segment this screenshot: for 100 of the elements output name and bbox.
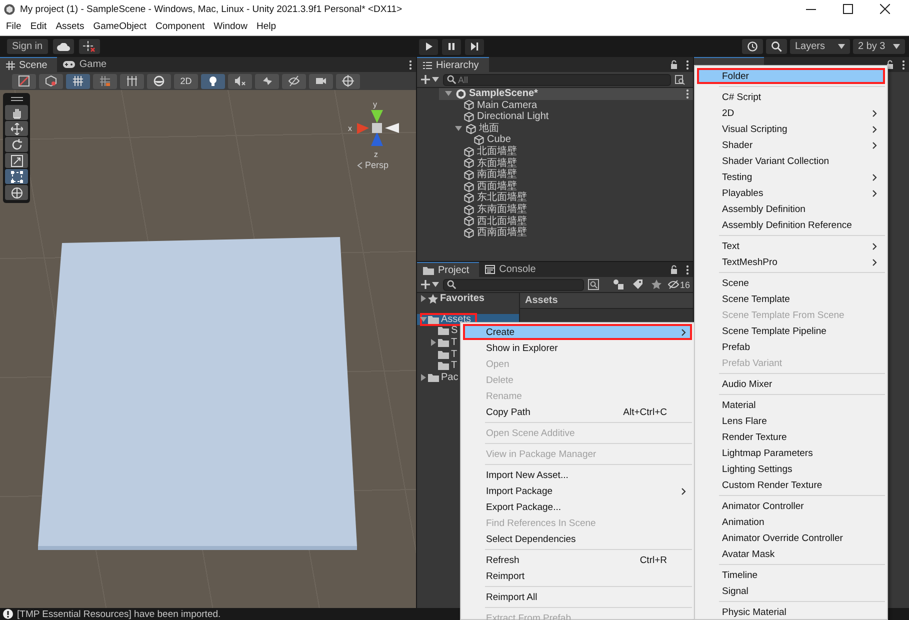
toggle-button[interactable] — [201, 74, 225, 88]
tool-button[interactable] — [5, 137, 28, 152]
tree-item[interactable]: Favorites — [417, 293, 484, 305]
menu-item[interactable]: Animator Override Controller — [697, 530, 885, 546]
hierarchy-item[interactable]: 地面 — [439, 122, 693, 134]
add-button[interactable] — [421, 278, 439, 291]
menu-item[interactable]: Animation — [697, 514, 885, 530]
toggle-button[interactable] — [39, 74, 63, 88]
step-button[interactable] — [465, 38, 484, 54]
menu-bar-item[interactable]: GameObject — [93, 21, 147, 32]
cloud-button[interactable] — [52, 39, 74, 54]
tab[interactable]: Hierarchy — [417, 57, 489, 72]
more-options-icon[interactable] — [686, 264, 689, 274]
maximize-icon[interactable] — [843, 4, 853, 14]
expand-arrow-icon[interactable] — [430, 339, 437, 346]
lock-icon[interactable] — [670, 60, 678, 69]
toggle-button[interactable] — [255, 74, 279, 88]
hierarchy-item[interactable]: 北面墙壁 — [439, 146, 693, 158]
expand-arrow-icon[interactable] — [420, 295, 427, 302]
scene-search-icon[interactable] — [675, 74, 685, 84]
menu-bar-item[interactable]: Edit — [30, 21, 47, 32]
toggle-button[interactable] — [147, 74, 171, 88]
menu-item[interactable]: Lighting Settings — [697, 461, 885, 477]
tree-item[interactable]: T — [417, 348, 458, 360]
toggle-button[interactable] — [12, 74, 36, 88]
menu-item[interactable]: Visual Scripting — [697, 121, 885, 137]
toggle-button[interactable] — [66, 74, 90, 88]
hierarchy-item[interactable]: 东面墙壁 — [439, 158, 693, 170]
menu-item[interactable]: Assembly Definition — [697, 201, 885, 217]
tool-button[interactable] — [5, 153, 28, 168]
menu-item[interactable]: Playables — [697, 185, 885, 201]
menu-item[interactable]: Select Dependencies — [463, 531, 692, 547]
menu-item[interactable]: Create — [463, 324, 692, 340]
menu-item[interactable]: Show in Explorer — [463, 340, 692, 356]
toggle-button[interactable] — [228, 74, 252, 88]
more-options-icon[interactable] — [686, 88, 689, 99]
menu-item[interactable]: Copy Path Alt+Ctrl+C — [463, 404, 692, 420]
shapes-icon[interactable] — [610, 279, 626, 290]
tree-item[interactable]: S — [417, 325, 458, 337]
toggle-button[interactable] — [309, 74, 333, 88]
toggle-button[interactable] — [93, 74, 117, 88]
menu-item[interactable]: Export Package... — [463, 499, 692, 515]
toggle-button[interactable]: 2D — [174, 74, 198, 88]
tab[interactable]: Project — [417, 262, 480, 277]
tool-button[interactable] — [5, 121, 28, 136]
menu-item[interactable]: Custom Render Texture — [697, 477, 885, 493]
hidden-packages-toggle[interactable]: 16 — [668, 280, 690, 290]
hierarchy-item[interactable]: Directional Light — [439, 111, 693, 123]
search-field[interactable] — [443, 278, 584, 290]
more-options-icon[interactable] — [409, 60, 412, 70]
search-button[interactable] — [766, 39, 787, 54]
collapse-arrow-icon[interactable] — [455, 125, 462, 132]
play-button[interactable] — [419, 38, 438, 54]
add-button[interactable] — [421, 73, 439, 86]
menu-item[interactable]: Render Texture — [697, 429, 885, 445]
menu-item[interactable]: Prefab — [697, 339, 885, 355]
menu-bar-item[interactable]: Help — [256, 21, 276, 32]
menu-item[interactable]: Reimport — [463, 568, 692, 584]
scene-row[interactable]: SampleScene* — [439, 88, 693, 100]
menu-item[interactable]: Avatar Mask — [697, 546, 885, 562]
hierarchy-item[interactable]: 西北面墙壁 — [439, 216, 693, 228]
close-icon[interactable] — [880, 4, 890, 14]
menu-item[interactable]: Assembly Definition Reference — [697, 217, 885, 233]
menu-item[interactable]: TextMeshPro — [697, 254, 885, 270]
menu-item[interactable]: Text — [697, 238, 885, 254]
tab[interactable]: Scene — [0, 57, 58, 72]
hierarchy-item[interactable]: Cube — [439, 134, 693, 146]
collapse-arrow-icon[interactable] — [445, 90, 452, 98]
menu-bar-item[interactable]: Window — [214, 21, 248, 32]
menu-item[interactable]: Testing — [697, 169, 885, 185]
more-options-icon[interactable] — [902, 60, 905, 70]
menu-item[interactable]: Scene Template — [697, 291, 885, 307]
tab[interactable]: Game — [57, 57, 117, 72]
search-filter-icon[interactable] — [588, 279, 599, 290]
expand-arrow-icon[interactable] — [420, 374, 427, 381]
toggle-button[interactable] — [336, 74, 360, 88]
tree-item[interactable]: Pac — [417, 372, 458, 384]
menu-bar-item[interactable]: Component — [156, 21, 205, 32]
tool-button[interactable] — [5, 169, 28, 184]
pause-button[interactable] — [442, 38, 461, 54]
toggle-button[interactable] — [120, 74, 144, 88]
tab[interactable]: Console — [479, 262, 546, 277]
menu-item[interactable]: Material — [697, 397, 885, 413]
collab-button[interactable] — [78, 39, 100, 54]
more-options-icon[interactable] — [686, 60, 689, 70]
toggle-button[interactable] — [282, 74, 306, 88]
menu-item[interactable]: Import New Asset... — [463, 467, 692, 483]
layout-dropdown[interactable]: 2 by 3 — [853, 39, 905, 54]
tree-item[interactable]: T — [417, 360, 458, 372]
collapse-arrow-icon[interactable] — [420, 316, 427, 323]
tool-button[interactable] — [5, 185, 28, 200]
menu-item[interactable]: Timeline — [697, 567, 885, 583]
menu-item[interactable]: Physic Material — [697, 604, 885, 620]
menu-item[interactable]: 2D — [697, 105, 885, 121]
menu-item[interactable]: Animator Controller — [697, 498, 885, 514]
menu-item[interactable]: Reimport All — [463, 589, 692, 605]
layers-dropdown[interactable]: Layers — [790, 39, 850, 54]
menu-item[interactable]: Signal — [697, 583, 885, 599]
menu-item[interactable]: Shader — [697, 137, 885, 153]
menu-item[interactable]: Refresh Ctrl+R — [463, 552, 692, 568]
